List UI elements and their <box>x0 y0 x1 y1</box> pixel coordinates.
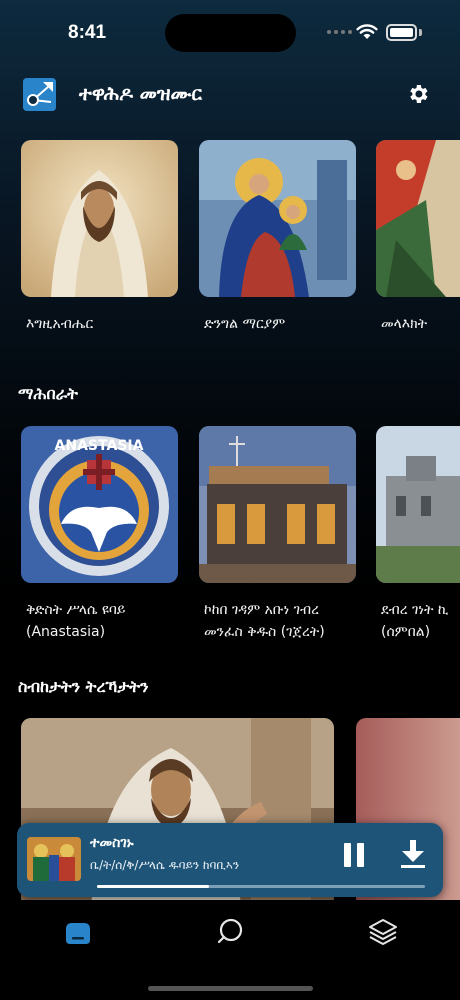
app-screen: 8:41 ተዋሕዶ መዝሙር እግዚአብሔር ድንግል ማርያም መላእክት ማ… <box>0 0 460 1000</box>
app-logo-icon[interactable] <box>23 78 56 111</box>
dynamic-island <box>165 14 296 52</box>
mahber-card-debre-genet[interactable]: ደብረ ገነት ኪ (ሰምበል) <box>376 426 460 643</box>
mahber-name: ደብረ ገነት ኪ <box>381 602 449 618</box>
mahberat-row: ANASTASIA ቅድስት ሥላሴ ዩባይ (Anastasia) ኮከበ ገ… <box>0 426 460 646</box>
archangel-image <box>376 140 460 297</box>
category-label: እግዚአብሔር <box>26 316 94 332</box>
battery-icon <box>386 24 417 41</box>
mahber-subname: (ሰምበል) <box>381 624 431 640</box>
category-card-mary[interactable]: ድንግል ማርያም <box>199 140 356 335</box>
category-row: እግዚአብሔር ድንግል ማርያም መላእክት <box>0 140 460 380</box>
signal-icon <box>327 30 352 34</box>
layers-icon[interactable] <box>368 916 398 946</box>
wifi-icon <box>356 24 378 39</box>
mahber-name: ኮከበ ገዳም አቡነ ገብረ <box>204 602 319 618</box>
jesus-portrait-image <box>21 140 178 297</box>
section-title-mahberat: ማሕበራት <box>18 384 78 403</box>
mahber-card-kokebe[interactable]: ኮከበ ገዳም አቡነ ገብረ መንፈስ ቅዱስ (ገጀረት) <box>199 426 356 643</box>
mini-player[interactable]: ተመስገኑ ቤ/ት/ሰ/ቅ/ሥላሴ ዱባይን ከባቢኣን <box>17 823 443 897</box>
playback-progress-fill <box>97 885 209 888</box>
status-bar: 8:41 <box>0 0 460 66</box>
search-icon[interactable] <box>215 916 245 946</box>
now-playing-artwork <box>27 837 81 881</box>
playback-progress[interactable] <box>97 885 425 888</box>
anastasia-emblem-image: ANASTASIA <box>21 426 178 583</box>
mahber-subname: መንፈስ ቅዱስ (ገጀረት) <box>204 624 325 640</box>
virgin-mary-image <box>199 140 356 297</box>
stone-church-image <box>199 426 356 583</box>
bottom-nav <box>0 900 460 1000</box>
app-title: ተዋሕዶ መዝሙር <box>79 83 202 105</box>
category-card-god[interactable]: እግዚአብሔር <box>21 140 178 335</box>
pause-icon[interactable] <box>344 843 366 867</box>
mahber-subname: (Anastasia) <box>26 624 106 640</box>
category-label: ድንግል ማርያም <box>204 316 286 332</box>
mahber-card-anastasia[interactable]: ANASTASIA ቅድስት ሥላሴ ዩባይ (Anastasia) <box>21 426 178 643</box>
mahber-name: ቅድስት ሥላሴ ዩባይ <box>26 602 126 618</box>
status-time: 8:41 <box>68 22 107 43</box>
church-building-image <box>376 426 460 583</box>
category-label: መላእክት <box>381 316 428 332</box>
gear-icon[interactable] <box>406 82 430 106</box>
category-card-angels[interactable]: መላእክት <box>376 140 460 335</box>
section-title-sermons: ስብከታትን ትረኻታትን <box>18 677 149 696</box>
download-icon[interactable] <box>400 839 426 869</box>
svg-text:ANASTASIA: ANASTASIA <box>55 438 144 454</box>
home-icon[interactable] <box>63 916 93 946</box>
now-playing-title: ተመስገኑ <box>90 835 134 851</box>
now-playing-subtitle: ቤ/ት/ሰ/ቅ/ሥላሴ ዱባይን ከባቢኣን <box>90 858 240 872</box>
home-indicator <box>148 986 313 991</box>
